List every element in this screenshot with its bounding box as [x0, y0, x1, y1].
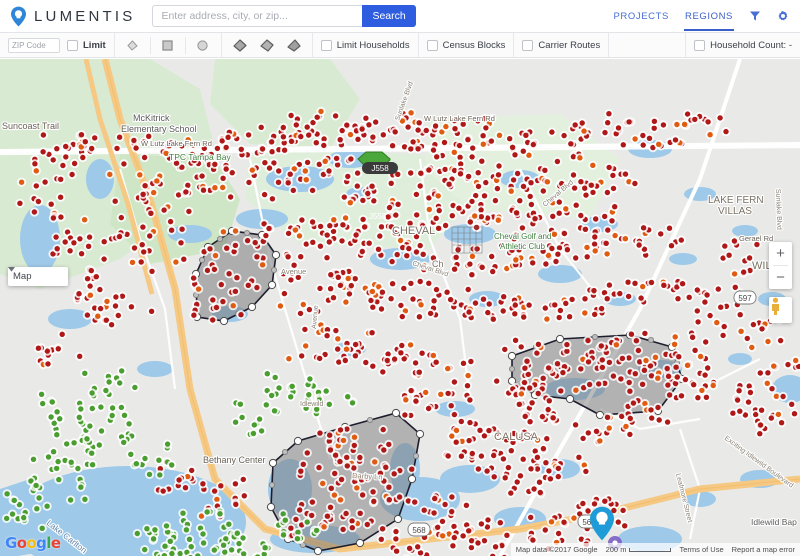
limit-households-checkbox[interactable]: Limit Households	[320, 39, 410, 51]
shape-tool-1[interactable]	[230, 37, 250, 54]
map-label: Idlewild	[300, 401, 323, 408]
map-label: Elementary School	[121, 124, 197, 134]
map-label: CHEVAL	[392, 225, 435, 237]
draw-polygon-tool[interactable]	[123, 37, 143, 54]
shape-tool-3[interactable]	[284, 37, 304, 54]
map-label: McKitrick	[133, 113, 170, 123]
draw-rectangle-tool[interactable]	[158, 37, 178, 54]
zip-code-input[interactable]	[8, 37, 60, 53]
zip-limit-group: Limit	[0, 32, 115, 58]
map-label: CALUSA	[494, 431, 539, 443]
map-label: Darby Ln	[352, 471, 383, 482]
street-view-pegman-icon[interactable]	[769, 297, 792, 323]
census-blocks-label: Census Blocks	[442, 39, 506, 51]
tool-divider-2	[184, 36, 186, 54]
carrier-routes-checkbox[interactable]: Carrier Routes	[522, 39, 601, 51]
search-button[interactable]: Search	[362, 5, 416, 27]
map-label: Avenue	[311, 305, 320, 329]
search-bar: Search	[152, 5, 416, 27]
map-label: LAKE FERN	[708, 195, 764, 206]
limit-households-group: Limit Households	[313, 32, 419, 58]
map-label: W Lutz Lake Fern Rd	[424, 114, 495, 123]
map-toolbar: Limit	[0, 32, 800, 58]
j558-marker[interactable]: J558	[352, 149, 412, 175]
map-label-layer: Suncoast Trail McKitrickElementary School…	[1, 80, 798, 556]
map-label: Exciting Idlewild Boulevard	[723, 435, 795, 490]
application-root: LUMENTIS Search PROJECTS REGIONS	[0, 0, 800, 556]
brand-name: LUMENTIS	[34, 7, 136, 25]
map-label: W Lutz Lake Fern Rd	[141, 139, 212, 148]
route-shield: 568	[407, 522, 431, 537]
draw-circle-tool[interactable]	[193, 37, 213, 54]
map-label: TPC Tampa Bay	[169, 152, 231, 162]
scale-bar-line	[629, 547, 672, 552]
map-type-label: Map	[13, 271, 32, 282]
svg-text:597: 597	[738, 294, 752, 303]
limit-checkbox-label: Limit	[83, 39, 106, 51]
map-label: Bethany Center	[203, 455, 266, 465]
limit-households-checkbox-box	[320, 39, 332, 51]
census-blocks-group: Census Blocks	[419, 32, 515, 58]
map-label: J558	[369, 212, 387, 221]
tool-divider-1	[149, 36, 151, 54]
map-label: Leafmore Street	[674, 473, 693, 523]
census-blocks-checkbox-box	[426, 39, 438, 51]
report-map-error-link[interactable]: Report a map error	[732, 545, 795, 554]
map-label: Sunlake Blvd	[394, 81, 415, 122]
zoom-out-button[interactable]: −	[769, 266, 792, 289]
google-logo: Google	[5, 534, 61, 552]
map-label: Suncoast Trail	[2, 121, 59, 131]
household-count-checkbox[interactable]: Household Count: -	[694, 39, 792, 51]
nav-regions[interactable]: REGIONS	[683, 0, 735, 33]
map-scale-text: 200 m	[605, 545, 627, 554]
svg-text:J558: J558	[371, 164, 389, 173]
app-header: LUMENTIS Search PROJECTS REGIONS	[0, 0, 800, 33]
map-label: VILLAS	[718, 206, 752, 217]
map-label: Cheval Blvd	[542, 179, 575, 208]
map-scale-bar: 200 m	[606, 545, 672, 554]
map-label: Avenue	[281, 267, 306, 276]
draw-tools-group	[115, 32, 222, 58]
map-label: Idlewild Bap	[751, 517, 797, 527]
shape-tools-group	[222, 32, 313, 58]
carrier-routes-group: Carrier Routes	[514, 32, 610, 58]
map-label: Sunlake Blvd	[774, 189, 782, 230]
gear-icon[interactable]	[777, 10, 789, 22]
household-count-label: Household Count: -	[710, 39, 792, 51]
map-attribution: Map data ©2017 Google 200 m Terms of Use…	[510, 543, 800, 556]
limit-checkbox[interactable]: Limit	[67, 39, 106, 51]
map-type-selector[interactable]: Map	[8, 267, 68, 286]
census-blocks-checkbox[interactable]: Census Blocks	[426, 39, 506, 51]
map-data-text: Map data ©2017 Google	[515, 545, 598, 554]
limit-households-label: Limit Households	[336, 39, 410, 51]
search-input[interactable]	[152, 5, 363, 27]
map-label: Athletic Club	[500, 242, 545, 251]
brand-logo[interactable]: LUMENTIS	[0, 6, 135, 27]
route-shield: 597	[733, 290, 757, 305]
terms-of-use-link[interactable]: Terms of Use	[679, 545, 723, 554]
main-nav: PROJECTS REGIONS	[614, 0, 800, 33]
household-count-group: Household Count: -	[685, 32, 800, 58]
shape-tool-2[interactable]	[257, 37, 277, 54]
map-canvas[interactable]: Suncoast Trail McKitrick Elementary School…	[0, 59, 800, 556]
carrier-routes-label: Carrier Routes	[538, 39, 601, 51]
nav-projects[interactable]: PROJECTS	[614, 0, 669, 33]
map-label: Cheval Golf and	[494, 232, 551, 241]
zoom-in-button[interactable]: +	[769, 242, 792, 265]
map-label: Ch	[432, 259, 444, 269]
household-count-checkbox-box	[694, 39, 706, 51]
limit-checkbox-box	[67, 39, 78, 51]
carrier-routes-checkbox-box	[522, 39, 534, 51]
zoom-controls: + −	[769, 242, 792, 289]
svg-text:568: 568	[412, 526, 426, 535]
filter-funnel-icon[interactable]	[749, 10, 761, 22]
location-pin-icon	[10, 6, 27, 27]
